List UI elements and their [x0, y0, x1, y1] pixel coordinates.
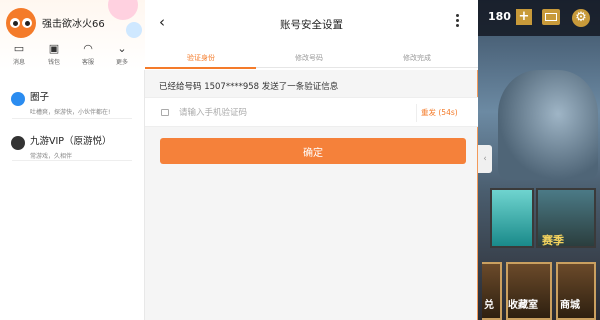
quick-action-label: 更多: [115, 59, 128, 66]
season-label: 赛季: [542, 234, 564, 247]
avatar-eye: [22, 18, 32, 28]
coin-count: 180: [488, 10, 511, 23]
step-track-line: [256, 67, 478, 68]
add-coins-button[interactable]: +: [516, 9, 532, 25]
chevron-left-icon: ‹: [483, 154, 487, 164]
step-complete: 修改完成: [403, 54, 431, 62]
quick-action-wallet[interactable]: ▣ 钱包: [42, 42, 66, 67]
quick-action-label: 客服: [81, 59, 94, 66]
profile-header: 强击欲冰火66 ▭ 消息 ▣ 钱包 ◠ 客服 ⌄ 更多: [0, 0, 145, 70]
sidebar-item-subtitle: 吐槽爽，探游快，小伙伴都在!: [30, 109, 111, 116]
game-tile[interactable]: [490, 188, 534, 248]
sms-sent-message: 已经给号码 1507****958 发送了一条验证信息: [159, 82, 339, 92]
more-icon: ⌄: [117, 42, 127, 55]
tile-label: 兑: [484, 300, 494, 311]
headset-icon: ◠: [83, 42, 93, 55]
divider: [12, 118, 132, 119]
shop-label: 商城: [560, 300, 580, 311]
game-top-bar: 180 + ⚙: [478, 0, 600, 36]
confirm-button[interactable]: 确定: [160, 138, 466, 164]
hero-artwork: [498, 70, 598, 180]
sidebar-item-subtitle: 常游戏，久相伴: [30, 153, 73, 160]
message-icon: ▭: [13, 42, 25, 55]
quick-action-label: 消息: [12, 59, 25, 66]
sidebar-item-title: 九游VIP（原游悦）: [30, 136, 112, 147]
decor-shape: [126, 22, 142, 38]
avatar[interactable]: [6, 8, 36, 38]
decor-shape: [108, 0, 138, 20]
collection-label: 收藏室: [508, 300, 538, 311]
kebab-menu-icon[interactable]: [456, 14, 460, 29]
keyboard-icon: [161, 109, 169, 116]
quick-action-service[interactable]: ◠ 客服: [76, 42, 100, 67]
progress-steps: 验证身份 修改号码 修改完成: [145, 46, 478, 70]
verification-code-input[interactable]: [179, 104, 399, 122]
quick-action-message[interactable]: ▭ 消息: [7, 42, 31, 67]
shop-tile[interactable]: [556, 262, 596, 320]
verification-code-row: 重发 (54s): [145, 97, 478, 127]
step-progress-line: [145, 67, 256, 69]
collapse-panel-handle[interactable]: ‹: [478, 145, 492, 173]
username[interactable]: 强击欲冰火66: [42, 15, 105, 30]
divider: [12, 160, 132, 161]
circle-icon: [11, 92, 25, 106]
title-bar: ‹ 账号安全设置: [145, 0, 478, 46]
step-change-number: 修改号码: [295, 54, 323, 62]
vip-icon: [11, 136, 25, 150]
quick-action-label: 钱包: [47, 59, 60, 66]
gear-icon[interactable]: ⚙: [572, 9, 590, 27]
collection-tile[interactable]: [506, 262, 552, 320]
page-title: 账号安全设置: [280, 19, 343, 31]
step-verify-identity: 验证身份: [187, 54, 215, 62]
sidebar-item-title: 圈子: [30, 92, 50, 103]
sidebar: 强击欲冰火66 ▭ 消息 ▣ 钱包 ◠ 客服 ⌄ 更多 圈子 吐槽爽，探游快，小…: [0, 0, 145, 320]
quick-action-more[interactable]: ⌄ 更多: [110, 42, 134, 67]
wallet-icon: ▣: [48, 42, 60, 55]
account-security-panel: ‹ 账号安全设置 验证身份 修改号码 修改完成 已经给号码 1507****95…: [145, 0, 478, 320]
resend-button[interactable]: 重发 (54s): [421, 107, 458, 118]
divider: [416, 104, 417, 122]
sidebar-item-vip[interactable]: 九游VIP（原游悦） 常游戏，久相伴: [0, 124, 145, 172]
game-tile[interactable]: [482, 262, 502, 320]
game-background: 180 + ⚙ 赛季 兑 收藏室 商城: [478, 0, 600, 320]
avatar-eye: [10, 18, 20, 28]
sidebar-item-circle[interactable]: 圈子 吐槽爽，探游快，小伙伴都在!: [0, 80, 145, 128]
mail-icon[interactable]: [542, 9, 560, 25]
